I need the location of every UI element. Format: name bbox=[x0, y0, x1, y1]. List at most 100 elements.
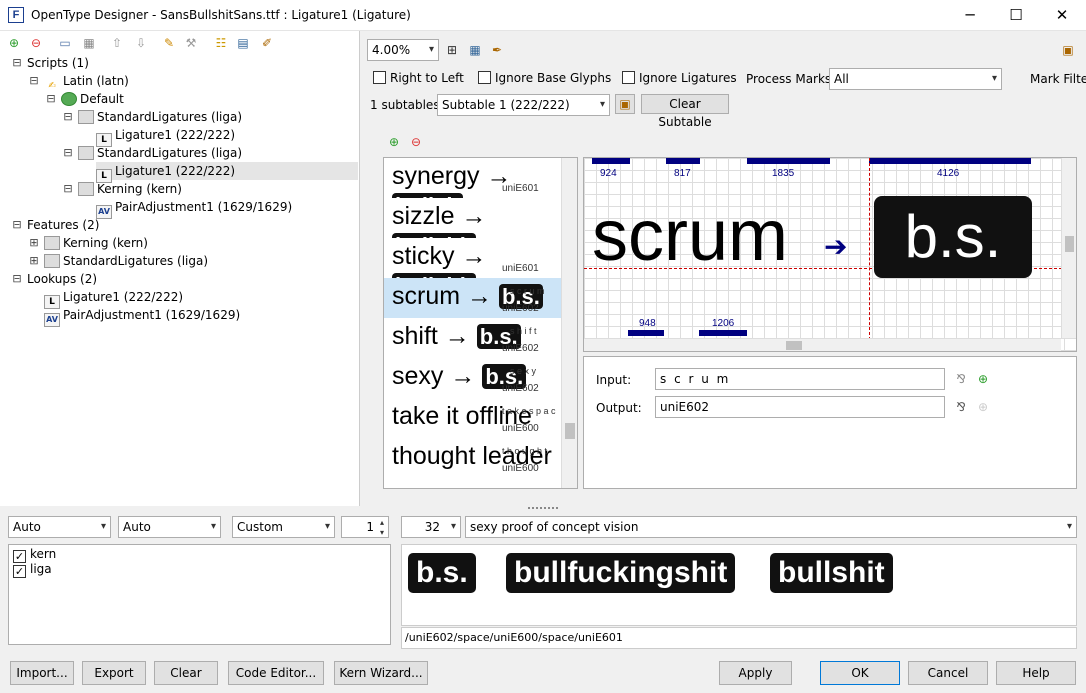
feature-item-kern[interactable]: ✓ kern bbox=[13, 547, 56, 563]
canvas-vscrollbar[interactable] bbox=[1061, 158, 1076, 338]
splitter-handle[interactable] bbox=[528, 507, 558, 511]
right-to-left-checkbox[interactable] bbox=[373, 71, 386, 84]
subtable-combo[interactable]: Subtable 1 (222/222) ▾ bbox=[437, 94, 610, 116]
canvas-hscrollbar[interactable] bbox=[584, 338, 1061, 351]
collapse-icon[interactable]: ⊟ bbox=[62, 180, 74, 198]
properties-icon[interactable]: ▦ bbox=[81, 35, 97, 51]
table-icon[interactable]: ▤ bbox=[235, 35, 251, 51]
ignore-base-glyphs-option[interactable]: Ignore Base Glyphs bbox=[478, 71, 611, 85]
add-icon[interactable]: ⊕ bbox=[6, 35, 22, 51]
ligature-list[interactable]: synergy → builshuniE601 sizzle → bullshi… bbox=[383, 157, 578, 489]
clear-subtable-button[interactable]: Clear Subtable bbox=[641, 94, 729, 129]
apply-button[interactable]: Apply bbox=[719, 661, 792, 685]
tree-node-lookup-pairadj[interactable]: AV PairAdjustment1 (1629/1629) bbox=[44, 306, 240, 327]
collapse-icon[interactable]: ⊟ bbox=[62, 144, 74, 162]
tree-node-lookup-ligature1[interactable]: L Ligature1 (222/222) bbox=[44, 288, 183, 309]
tree-node-features[interactable]: ⊟ Features (2) bbox=[12, 216, 99, 234]
input-field[interactable]: s c r u m bbox=[655, 368, 945, 390]
font-size-combo[interactable]: 32 ▾ bbox=[401, 516, 461, 538]
list-item[interactable]: sticky → bullshituniE601 bbox=[384, 238, 562, 278]
expand-icon[interactable]: ⊞ bbox=[28, 234, 40, 252]
glyph-path-field[interactable]: /uniE602/space/uniE600/space/uniE601 bbox=[401, 627, 1077, 649]
glyph-picker-icon[interactable]: ⅋ bbox=[953, 371, 969, 387]
tree-node-scripts[interactable]: ⊟ Scripts (1) bbox=[12, 54, 88, 72]
tree-node-ligature1-a[interactable]: L Ligature1 (222/222) bbox=[96, 126, 235, 147]
tree-node-kern[interactable]: ⊟ Kerning (kern) bbox=[63, 180, 182, 198]
kern-wizard-button[interactable]: Kern Wizard... bbox=[334, 661, 428, 685]
code-editor-button[interactable]: Code Editor... bbox=[228, 661, 324, 685]
tree-node-pairadj-a[interactable]: AV PairAdjustment1 (1629/1629) bbox=[96, 198, 292, 219]
fit-icon[interactable]: ⊞ bbox=[444, 42, 460, 58]
tree-node-lookups[interactable]: ⊟ Lookups (2) bbox=[12, 270, 97, 288]
scrollbar-thumb[interactable] bbox=[565, 423, 575, 439]
edit-icon[interactable]: ✎ bbox=[161, 35, 177, 51]
brush-icon[interactable]: ✐ bbox=[259, 35, 275, 51]
subtable-properties-button[interactable]: ▣ bbox=[615, 94, 635, 114]
rename-icon[interactable]: ▭ bbox=[57, 35, 73, 51]
glyph-canvas[interactable]: 924 817 1835 4126 scrum ➔ b.s. 948 1206 bbox=[583, 157, 1077, 352]
close-button[interactable]: ✕ bbox=[1039, 0, 1085, 31]
tree-node-feature-liga[interactable]: ⊞ StandardLigatures (liga) bbox=[29, 252, 208, 270]
scrollbar-thumb[interactable] bbox=[1065, 236, 1074, 252]
ignore-ligatures-option[interactable]: Ignore Ligatures bbox=[622, 71, 737, 85]
right-to-left-option[interactable]: Right to Left bbox=[373, 71, 464, 85]
list-item[interactable]: thought leader t h o u g h t uniE600 bbox=[384, 438, 562, 478]
sample-text-combo[interactable]: sexy proof of concept vision ▾ bbox=[465, 516, 1077, 538]
direction-combo[interactable]: Custom ▾ bbox=[232, 516, 335, 538]
import-button[interactable]: Import... bbox=[10, 661, 74, 685]
list-item[interactable]: synergy → builshuniE601 bbox=[384, 158, 562, 198]
add-input-icon[interactable]: ⊕ bbox=[975, 371, 991, 387]
remove-ligature-icon[interactable]: ⊖ bbox=[408, 134, 424, 150]
output-field[interactable]: uniE602 bbox=[655, 396, 945, 418]
help-button[interactable]: Help bbox=[996, 661, 1076, 685]
tools-icon[interactable]: ⚒ bbox=[183, 35, 199, 51]
ignore-ligatures-checkbox[interactable] bbox=[622, 71, 635, 84]
spin-value: 1 bbox=[366, 520, 374, 534]
glyph-picker-icon[interactable]: ⅋ bbox=[953, 399, 969, 415]
pen-icon[interactable]: ✒ bbox=[489, 42, 505, 58]
maximize-button[interactable]: ☐ bbox=[993, 0, 1039, 31]
list-scrollbar[interactable] bbox=[561, 158, 577, 488]
list-item-selected[interactable]: scrum → b.s. s c r u m uniE602 bbox=[384, 278, 562, 318]
grid-icon[interactable]: ▦ bbox=[467, 42, 483, 58]
list-item[interactable]: sizzle → bullshit bbox=[384, 198, 562, 238]
tree-node-liga-1[interactable]: ⊟ StandardLigatures (liga) bbox=[63, 108, 242, 126]
script-combo[interactable]: Auto ▾ bbox=[8, 516, 111, 538]
collapse-icon[interactable]: ⊟ bbox=[11, 54, 23, 72]
clipboard-icon[interactable]: ▣ bbox=[1060, 42, 1076, 58]
list-item[interactable]: take it offline t a k e s p a c uniE600 bbox=[384, 398, 562, 438]
remove-icon[interactable]: ⊖ bbox=[28, 35, 44, 51]
spinner-icon[interactable]: ▴ ▾ bbox=[380, 518, 384, 538]
tree-node-default[interactable]: ⊟ Default bbox=[46, 90, 124, 108]
clear-button[interactable]: Clear bbox=[154, 661, 218, 685]
app-icon: F bbox=[8, 7, 24, 23]
add-ligature-icon[interactable]: ⊕ bbox=[386, 134, 402, 150]
list-item[interactable]: shift → b.s. s h i f t uniE602 bbox=[384, 318, 562, 358]
tree-node-latin[interactable]: ⊟ ✍ Latin (latn) bbox=[29, 72, 128, 91]
collapse-icon[interactable]: ⊟ bbox=[45, 90, 57, 108]
process-marks-combo[interactable]: All ▾ bbox=[829, 68, 1002, 90]
zoom-combo[interactable]: 4.00% ▾ bbox=[367, 39, 439, 61]
tree-node-liga-2[interactable]: ⊟ StandardLigatures (liga) bbox=[63, 144, 242, 162]
tree-icon[interactable]: ☷ bbox=[213, 35, 229, 51]
collapse-icon[interactable]: ⊟ bbox=[11, 270, 23, 288]
export-button[interactable]: Export bbox=[82, 661, 146, 685]
tree-node-feature-kern[interactable]: ⊞ Kerning (kern) bbox=[29, 234, 148, 252]
minimize-button[interactable]: ─ bbox=[947, 0, 993, 31]
expand-icon[interactable]: ⊞ bbox=[28, 252, 40, 270]
move-down-icon[interactable]: ⇩ bbox=[133, 35, 149, 51]
checkbox-checked-icon[interactable]: ✓ bbox=[13, 565, 26, 578]
tree-node-ligature1-selected[interactable]: L Ligature1 (222/222) bbox=[96, 162, 358, 183]
cancel-button[interactable]: Cancel bbox=[908, 661, 988, 685]
collapse-icon[interactable]: ⊟ bbox=[11, 216, 23, 234]
feature-item-liga[interactable]: ✓ liga bbox=[13, 562, 52, 578]
move-up-icon[interactable]: ⇧ bbox=[109, 35, 125, 51]
collapse-icon[interactable]: ⊟ bbox=[62, 108, 74, 126]
spin-box[interactable]: 1 ▴ ▾ bbox=[341, 516, 389, 538]
list-item[interactable]: sexy → b.s. s e x y uniE602 bbox=[384, 358, 562, 398]
ok-button[interactable]: OK bbox=[820, 661, 900, 685]
scrollbar-thumb[interactable] bbox=[786, 341, 802, 350]
ignore-base-glyphs-checkbox[interactable] bbox=[478, 71, 491, 84]
collapse-icon[interactable]: ⊟ bbox=[28, 72, 40, 90]
language-combo[interactable]: Auto ▾ bbox=[118, 516, 221, 538]
